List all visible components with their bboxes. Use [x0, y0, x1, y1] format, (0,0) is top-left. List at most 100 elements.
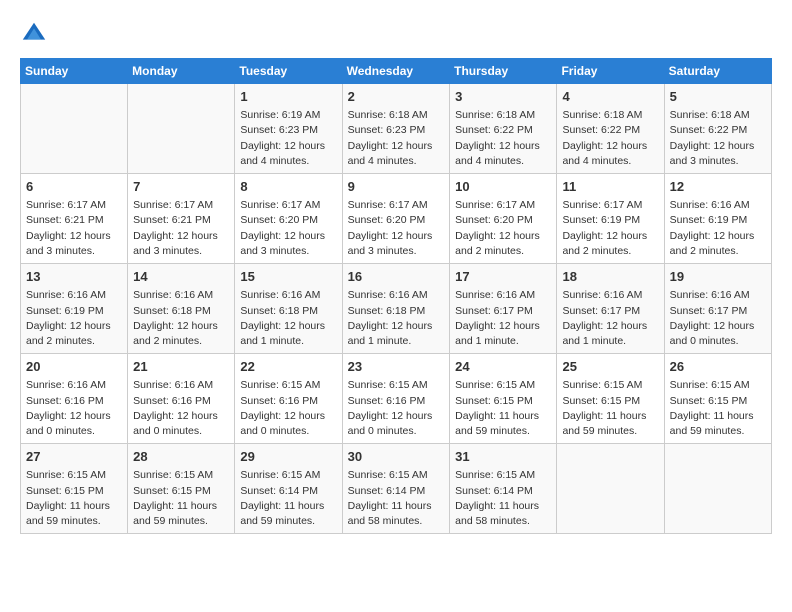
- calendar-cell: 15 Sunrise: 6:16 AM Sunset: 6:18 PM Dayli…: [235, 264, 342, 354]
- day-detail: Sunrise: 6:15 AM Sunset: 6:15 PM Dayligh…: [133, 468, 229, 529]
- day-detail: Sunrise: 6:18 AM Sunset: 6:22 PM Dayligh…: [562, 108, 658, 169]
- day-number: 25: [562, 358, 658, 376]
- weekday-header-thursday: Thursday: [450, 59, 557, 84]
- day-detail: Sunrise: 6:15 AM Sunset: 6:16 PM Dayligh…: [348, 378, 445, 439]
- day-detail: Sunrise: 6:16 AM Sunset: 6:17 PM Dayligh…: [562, 288, 658, 349]
- day-detail: Sunrise: 6:15 AM Sunset: 6:15 PM Dayligh…: [562, 378, 658, 439]
- day-number: 16: [348, 268, 445, 286]
- day-number: 11: [562, 178, 658, 196]
- day-number: 15: [240, 268, 336, 286]
- calendar-cell: [21, 84, 128, 174]
- day-number: 24: [455, 358, 551, 376]
- calendar-cell: 14 Sunrise: 6:16 AM Sunset: 6:18 PM Dayli…: [128, 264, 235, 354]
- day-number: 17: [455, 268, 551, 286]
- day-detail: Sunrise: 6:16 AM Sunset: 6:19 PM Dayligh…: [26, 288, 122, 349]
- weekday-header-wednesday: Wednesday: [342, 59, 450, 84]
- weekday-header-sunday: Sunday: [21, 59, 128, 84]
- week-row-4: 20Sunrise: 6:16 AM Sunset: 6:16 PM Dayli…: [21, 354, 772, 444]
- calendar-cell: 24 Sunrise: 6:15 AM Sunset: 6:15 PM Dayli…: [450, 354, 557, 444]
- day-detail: Sunrise: 6:17 AM Sunset: 6:21 PM Dayligh…: [26, 198, 122, 259]
- weekday-header-tuesday: Tuesday: [235, 59, 342, 84]
- day-number: 18: [562, 268, 658, 286]
- calendar-cell: 16 Sunrise: 6:16 AM Sunset: 6:18 PM Dayli…: [342, 264, 450, 354]
- weekday-header-friday: Friday: [557, 59, 664, 84]
- page-header: [20, 20, 772, 48]
- day-number: 7: [133, 178, 229, 196]
- calendar-cell: 18 Sunrise: 6:16 AM Sunset: 6:17 PM Dayli…: [557, 264, 664, 354]
- day-detail: Sunrise: 6:15 AM Sunset: 6:14 PM Dayligh…: [455, 468, 551, 529]
- day-number: 14: [133, 268, 229, 286]
- day-detail: Sunrise: 6:18 AM Sunset: 6:23 PM Dayligh…: [348, 108, 445, 169]
- calendar-cell: 20Sunrise: 6:16 AM Sunset: 6:16 PM Dayli…: [21, 354, 128, 444]
- calendar-cell: 13Sunrise: 6:16 AM Sunset: 6:19 PM Dayli…: [21, 264, 128, 354]
- calendar-header: SundayMondayTuesdayWednesdayThursdayFrid…: [21, 59, 772, 84]
- day-detail: Sunrise: 6:16 AM Sunset: 6:17 PM Dayligh…: [455, 288, 551, 349]
- calendar-cell: 26 Sunrise: 6:15 AM Sunset: 6:15 PM Dayli…: [664, 354, 771, 444]
- calendar-cell: 27Sunrise: 6:15 AM Sunset: 6:15 PM Dayli…: [21, 444, 128, 534]
- day-detail: Sunrise: 6:15 AM Sunset: 6:14 PM Dayligh…: [240, 468, 336, 529]
- day-detail: Sunrise: 6:15 AM Sunset: 6:15 PM Dayligh…: [670, 378, 766, 439]
- calendar-cell: 17 Sunrise: 6:16 AM Sunset: 6:17 PM Dayli…: [450, 264, 557, 354]
- calendar-cell: 7 Sunrise: 6:17 AM Sunset: 6:21 PM Daylig…: [128, 174, 235, 264]
- weekday-header-monday: Monday: [128, 59, 235, 84]
- calendar-cell: 5 Sunrise: 6:18 AM Sunset: 6:22 PM Daylig…: [664, 84, 771, 174]
- day-detail: Sunrise: 6:15 AM Sunset: 6:14 PM Dayligh…: [348, 468, 445, 529]
- week-row-1: 1 Sunrise: 6:19 AM Sunset: 6:23 PM Daylig…: [21, 84, 772, 174]
- week-row-3: 13Sunrise: 6:16 AM Sunset: 6:19 PM Dayli…: [21, 264, 772, 354]
- day-detail: Sunrise: 6:16 AM Sunset: 6:17 PM Dayligh…: [670, 288, 766, 349]
- week-row-2: 6Sunrise: 6:17 AM Sunset: 6:21 PM Daylig…: [21, 174, 772, 264]
- weekday-header-saturday: Saturday: [664, 59, 771, 84]
- day-number: 26: [670, 358, 766, 376]
- calendar-cell: 25 Sunrise: 6:15 AM Sunset: 6:15 PM Dayli…: [557, 354, 664, 444]
- calendar-cell: 12 Sunrise: 6:16 AM Sunset: 6:19 PM Dayli…: [664, 174, 771, 264]
- day-number: 22: [240, 358, 336, 376]
- calendar-cell: 19 Sunrise: 6:16 AM Sunset: 6:17 PM Dayli…: [664, 264, 771, 354]
- logo: [20, 20, 52, 48]
- calendar-cell: 31 Sunrise: 6:15 AM Sunset: 6:14 PM Dayli…: [450, 444, 557, 534]
- day-number: 2: [348, 88, 445, 106]
- weekday-header-row: SundayMondayTuesdayWednesdayThursdayFrid…: [21, 59, 772, 84]
- day-number: 4: [562, 88, 658, 106]
- day-detail: Sunrise: 6:19 AM Sunset: 6:23 PM Dayligh…: [240, 108, 336, 169]
- day-number: 31: [455, 448, 551, 466]
- logo-icon: [20, 20, 48, 48]
- calendar-cell: 22 Sunrise: 6:15 AM Sunset: 6:16 PM Dayli…: [235, 354, 342, 444]
- day-detail: Sunrise: 6:17 AM Sunset: 6:20 PM Dayligh…: [455, 198, 551, 259]
- calendar-cell: 2 Sunrise: 6:18 AM Sunset: 6:23 PM Daylig…: [342, 84, 450, 174]
- calendar-body: 1 Sunrise: 6:19 AM Sunset: 6:23 PM Daylig…: [21, 84, 772, 534]
- day-detail: Sunrise: 6:15 AM Sunset: 6:15 PM Dayligh…: [455, 378, 551, 439]
- day-detail: Sunrise: 6:16 AM Sunset: 6:18 PM Dayligh…: [240, 288, 336, 349]
- day-detail: Sunrise: 6:16 AM Sunset: 6:19 PM Dayligh…: [670, 198, 766, 259]
- calendar-cell: 1 Sunrise: 6:19 AM Sunset: 6:23 PM Daylig…: [235, 84, 342, 174]
- day-detail: Sunrise: 6:18 AM Sunset: 6:22 PM Dayligh…: [670, 108, 766, 169]
- day-detail: Sunrise: 6:15 AM Sunset: 6:16 PM Dayligh…: [240, 378, 336, 439]
- day-detail: Sunrise: 6:18 AM Sunset: 6:22 PM Dayligh…: [455, 108, 551, 169]
- day-number: 23: [348, 358, 445, 376]
- calendar-cell: 23 Sunrise: 6:15 AM Sunset: 6:16 PM Dayli…: [342, 354, 450, 444]
- calendar-cell: 21 Sunrise: 6:16 AM Sunset: 6:16 PM Dayli…: [128, 354, 235, 444]
- day-number: 12: [670, 178, 766, 196]
- day-number: 1: [240, 88, 336, 106]
- calendar-cell: 8Sunrise: 6:17 AM Sunset: 6:20 PM Daylig…: [235, 174, 342, 264]
- calendar-cell: [128, 84, 235, 174]
- day-detail: Sunrise: 6:16 AM Sunset: 6:18 PM Dayligh…: [348, 288, 445, 349]
- calendar-cell: 3 Sunrise: 6:18 AM Sunset: 6:22 PM Daylig…: [450, 84, 557, 174]
- calendar-cell: 28 Sunrise: 6:15 AM Sunset: 6:15 PM Dayli…: [128, 444, 235, 534]
- calendar-cell: 9Sunrise: 6:17 AM Sunset: 6:20 PM Daylig…: [342, 174, 450, 264]
- day-detail: Sunrise: 6:15 AM Sunset: 6:15 PM Dayligh…: [26, 468, 122, 529]
- day-detail: Sunrise: 6:17 AM Sunset: 6:19 PM Dayligh…: [562, 198, 658, 259]
- day-number: 29: [240, 448, 336, 466]
- day-number: 28: [133, 448, 229, 466]
- day-number: 5: [670, 88, 766, 106]
- day-number: 10: [455, 178, 551, 196]
- day-number: 3: [455, 88, 551, 106]
- day-number: 19: [670, 268, 766, 286]
- day-number: 9: [348, 178, 445, 196]
- day-number: 21: [133, 358, 229, 376]
- day-detail: Sunrise: 6:17 AM Sunset: 6:21 PM Dayligh…: [133, 198, 229, 259]
- calendar: SundayMondayTuesdayWednesdayThursdayFrid…: [20, 58, 772, 534]
- calendar-cell: 4 Sunrise: 6:18 AM Sunset: 6:22 PM Daylig…: [557, 84, 664, 174]
- day-detail: Sunrise: 6:16 AM Sunset: 6:18 PM Dayligh…: [133, 288, 229, 349]
- day-detail: Sunrise: 6:16 AM Sunset: 6:16 PM Dayligh…: [133, 378, 229, 439]
- day-detail: Sunrise: 6:17 AM Sunset: 6:20 PM Dayligh…: [240, 198, 336, 259]
